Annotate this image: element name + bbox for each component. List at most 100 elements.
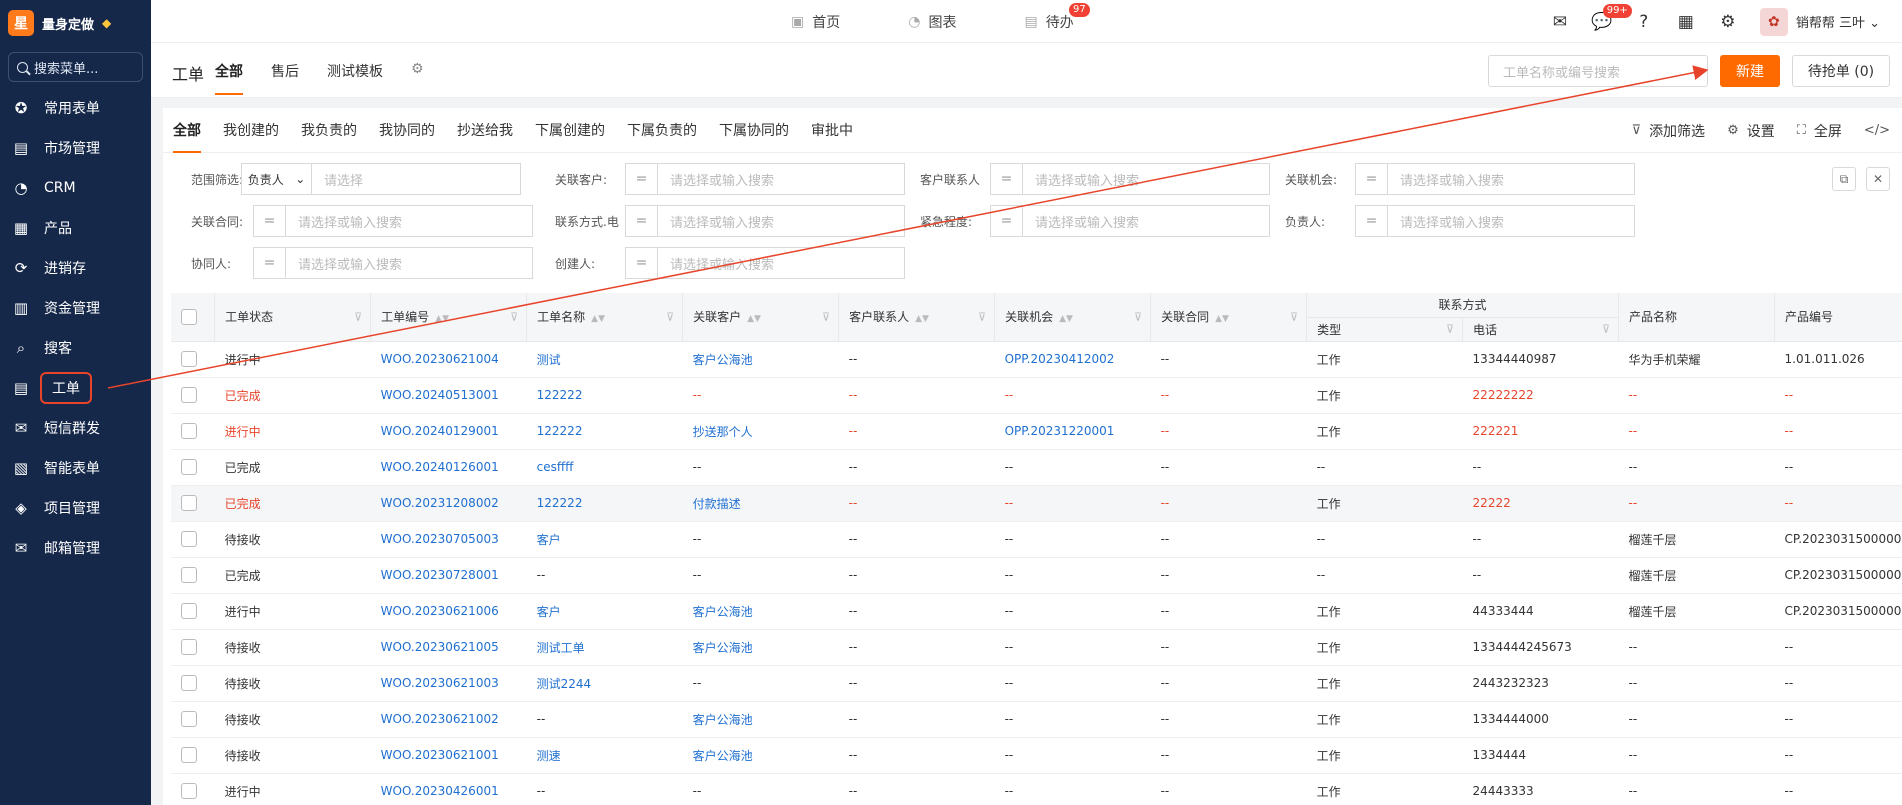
settings-button[interactable]: ⚙ 设置 — [1727, 121, 1775, 141]
filter-op[interactable]: = — [625, 163, 657, 195]
sidebar-item-5[interactable]: ▥ 资金管理 — [0, 288, 151, 328]
filter-op[interactable]: = — [990, 205, 1022, 237]
filter-input[interactable]: 请选择或输入搜索 — [1022, 163, 1270, 195]
filter-tab-7[interactable]: 下属协同的 — [719, 108, 789, 153]
cell-link[interactable]: 客户公海池 — [682, 737, 839, 774]
save-filter-icon[interactable]: ⧉ — [1832, 167, 1856, 191]
filter-tab-6[interactable]: 下属负责的 — [627, 108, 697, 153]
cell-link[interactable]: 客户公海池 — [682, 593, 839, 630]
top-nav-chart[interactable]: ◔ 图表 — [908, 12, 956, 32]
row-checkbox[interactable] — [181, 387, 197, 403]
filter-tab-3[interactable]: 我协同的 — [379, 108, 435, 153]
sort-icon[interactable]: ▲▼ — [1059, 314, 1073, 324]
sidebar-item-1[interactable]: ▤ 市场管理 — [0, 128, 151, 168]
cell-link[interactable]: WOO.20230621002 — [370, 701, 527, 738]
tab-settings-icon[interactable]: ⚙ — [411, 61, 424, 95]
tab-all[interactable]: 全部 — [215, 61, 243, 95]
column-header[interactable]: 关联机会 ▲▼ ⊽ — [994, 293, 1152, 342]
cell-link[interactable]: 客户 — [526, 521, 683, 558]
cell-link[interactable]: WOO.20230621005 — [370, 629, 527, 666]
scope-input[interactable]: 请选择 — [311, 163, 521, 195]
cell-link[interactable]: WOO.20230728001 — [370, 557, 527, 594]
column-filter-icon[interactable]: ⊽ — [978, 310, 986, 323]
column-filter-icon[interactable]: ⊽ — [822, 310, 830, 323]
sort-icon[interactable]: ▲▼ — [591, 314, 605, 324]
column-filter-icon[interactable]: ⊽ — [1602, 323, 1610, 336]
cell-link[interactable]: 122222 — [526, 413, 683, 450]
scope-op-select[interactable]: 负责人 ⌄ — [241, 163, 311, 195]
column-filter-icon[interactable]: ⊽ — [1446, 323, 1454, 336]
cell-link[interactable]: 客户公海池 — [682, 629, 839, 666]
filter-tab-8[interactable]: 审批中 — [811, 108, 853, 153]
row-checkbox[interactable] — [181, 567, 197, 583]
pool-button[interactable]: 待抢单 (0) — [1792, 55, 1890, 87]
row-checkbox[interactable] — [181, 351, 197, 367]
column-filter-icon[interactable]: ⊽ — [510, 310, 518, 323]
sort-icon[interactable]: ▲▼ — [1215, 314, 1229, 324]
table-row[interactable]: 已完成 WOO.20230728001 -- -- -- -- -- -- -- 榴莲千层 CP.2… — [171, 557, 1902, 594]
add-filter-button[interactable]: ⊽ 添加筛选 — [1632, 121, 1706, 141]
avatar[interactable]: ✿ — [1759, 7, 1788, 36]
cell-link[interactable]: 客户 — [526, 593, 683, 630]
table-row[interactable]: 进行中 WOO.20230621006 客户 客户公海池 -- -- -- 工作 4433344… — [171, 593, 1902, 630]
row-checkbox[interactable] — [181, 783, 197, 799]
filter-input[interactable]: 请选择或输入搜索 — [285, 247, 533, 279]
table-row[interactable]: 已完成 WOO.20231208002 122222 付款描述 -- -- -- 工作 2222… — [171, 485, 1902, 522]
code-view-button[interactable]: </> — [1864, 123, 1890, 138]
cell-link[interactable]: WOO.20240513001 — [370, 377, 527, 414]
cell-link[interactable]: 测试 — [526, 341, 683, 378]
column-header[interactable]: 工单状态 ⊽ — [214, 293, 372, 342]
filter-input[interactable]: 请选择或输入搜索 — [657, 163, 905, 195]
filter-tab-4[interactable]: 抄送给我 — [457, 108, 513, 153]
gear-icon[interactable]: ⚙ — [1718, 12, 1738, 32]
cell-link[interactable]: cesffff — [526, 449, 683, 486]
cell-link[interactable]: 测试工单 — [526, 629, 683, 666]
sort-icon[interactable]: ▲▼ — [747, 314, 761, 324]
table-row[interactable]: 待接收 WOO.20230621005 测试工单 客户公海池 -- -- -- 工作 13344… — [171, 629, 1902, 666]
filter-tab-5[interactable]: 下属创建的 — [535, 108, 605, 153]
row-checkbox[interactable] — [181, 495, 197, 511]
cell-link[interactable]: 测速 — [526, 737, 683, 774]
sidebar-item-11[interactable]: ✉ 邮箱管理 — [0, 528, 151, 568]
brand[interactable]: 星 量身定做 ◆ — [0, 0, 151, 46]
cell-link[interactable]: 抄送那个人 — [682, 413, 839, 450]
tab-test-template[interactable]: 测试模板 — [327, 61, 383, 95]
column-header[interactable]: 关联合同 ▲▼ ⊽ — [1150, 293, 1308, 342]
message-icon[interactable]: 💬 99+ — [1591, 3, 1632, 32]
column-header[interactable]: 工单编号 ▲▼ ⊽ — [370, 293, 528, 342]
tab-after-sales[interactable]: 售后 — [271, 61, 299, 95]
column-filter-icon[interactable]: ⊽ — [666, 310, 674, 323]
column-filter-icon[interactable]: ⊽ — [354, 310, 362, 323]
sidebar-item-10[interactable]: ◈ 项目管理 — [0, 488, 151, 528]
apps-grid-icon[interactable]: ▦ — [1676, 12, 1696, 32]
column-header[interactable]: 电话 ⊽ — [1462, 317, 1620, 342]
table-row[interactable]: 进行中 WOO.20230621004 测试 客户公海池 -- OPP.202304120… — [171, 341, 1902, 378]
column-filter-icon[interactable]: ⊽ — [1134, 310, 1142, 323]
table-row[interactable]: 进行中 WOO.20230426001 -- -- -- -- -- 工作 24443333 --… — [171, 773, 1902, 805]
filter-op[interactable]: = — [253, 247, 285, 279]
table-row[interactable]: 待接收 WOO.20230621001 测速 客户公海池 -- -- -- 工作 1334444… — [171, 737, 1902, 774]
filter-op[interactable]: = — [625, 247, 657, 279]
cell-link[interactable]: 122222 — [526, 377, 683, 414]
table-row[interactable]: 进行中 WOO.20240129001 122222 抄送那个人 -- OPP.20231… — [171, 413, 1902, 450]
cell-link[interactable]: WOO.20231208002 — [370, 485, 527, 522]
table-row[interactable]: 待接收 WOO.20230621003 测试2244 -- -- -- -- 工作 244323… — [171, 665, 1902, 702]
row-checkbox[interactable] — [181, 711, 197, 727]
mail-icon[interactable]: ✉ — [1550, 12, 1570, 32]
filter-input[interactable]: 请选择或输入搜索 — [1387, 205, 1635, 237]
sidebar-item-6[interactable]: ⌕ 搜客 — [0, 328, 151, 368]
sidebar-item-9[interactable]: ▧ 智能表单 — [0, 448, 151, 488]
filter-op[interactable]: = — [1355, 163, 1387, 195]
cell-link[interactable]: WOO.20230705003 — [370, 521, 527, 558]
new-button[interactable]: 新建 — [1720, 55, 1780, 87]
sidebar-item-8[interactable]: ✉ 短信群发 — [0, 408, 151, 448]
cell-link[interactable]: 122222 — [526, 485, 683, 522]
table-row[interactable]: 待接收 WOO.20230705003 客户 -- -- -- -- -- -- 榴莲千层 CP.2… — [171, 521, 1902, 558]
sidebar-item-7[interactable]: ▤ 工单 — [0, 368, 151, 408]
column-header[interactable]: 客户联系人 ▲▼ ⊽ — [838, 293, 996, 342]
filter-input[interactable]: 请选择或输入搜索 — [285, 205, 533, 237]
cell-link[interactable]: 客户公海池 — [682, 701, 839, 738]
row-checkbox[interactable] — [181, 423, 197, 439]
cell-link[interactable]: WOO.20230621003 — [370, 665, 527, 702]
filter-input[interactable]: 请选择或输入搜索 — [657, 247, 905, 279]
